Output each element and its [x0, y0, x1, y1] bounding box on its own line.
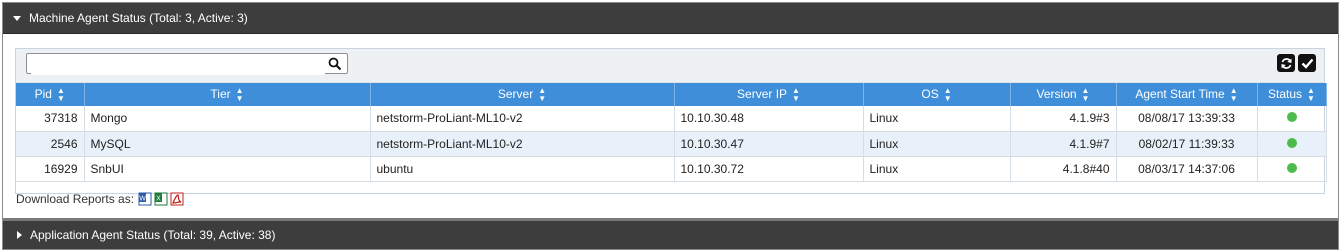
cell-server-ip: 10.10.30.48: [674, 106, 864, 132]
cell-pid: 2546: [16, 131, 85, 157]
cell-server: netstorm-ProLiant-ML10-v2: [370, 106, 675, 132]
excel-icon[interactable]: X: [154, 192, 168, 206]
cell-start-time: 08/08/17 13:39:33: [1116, 106, 1258, 132]
cell-server-ip: 10.10.30.47: [674, 131, 864, 157]
word-icon[interactable]: W: [138, 192, 152, 206]
machine-agent-panel-title: Machine Agent Status (Total: 3, Active: …: [29, 11, 248, 25]
cell-server-ip: 10.10.30.72: [674, 156, 864, 182]
select-columns-button[interactable]: [1298, 54, 1316, 72]
cell-tier: MySQL: [84, 131, 371, 157]
sort-icon: ▲ ▼: [792, 85, 800, 103]
cell-tier: SnbUI: [84, 156, 371, 182]
sort-icon: ▲ ▼: [1307, 85, 1315, 103]
cell-server: netstorm-ProLiant-ML10-v2: [370, 131, 675, 157]
agent-table: Pid ▲ ▼ Tier ▲ ▼ Server ▲ ▼ Server IP ▲ ▼ OS ▲ ▼ V…: [16, 83, 1327, 182]
sort-icon: ▲ ▼: [56, 85, 65, 103]
cell-status: [1257, 156, 1327, 182]
table-row[interactable]: 2546 MySQL netstorm-ProLiant-ML10-v2 10.…: [16, 131, 1327, 157]
column-header-server[interactable]: Server ▲ ▼: [370, 83, 675, 106]
cell-version: 4.1.9#7: [1010, 131, 1117, 157]
cell-server: ubuntu: [370, 156, 675, 182]
column-label: Server IP: [737, 86, 788, 101]
download-reports-label: Download Reports as:: [16, 192, 135, 206]
column-label: Status: [1268, 86, 1303, 101]
agent-status-container: Machine Agent Status (Total: 3, Active: …: [2, 2, 1339, 250]
refresh-button[interactable]: [1277, 54, 1295, 72]
application-agent-panel-header[interactable]: Application Agent Status (Total: 39, Act…: [3, 218, 1338, 249]
column-label: OS: [921, 86, 939, 101]
sort-icon: ▲ ▼: [1081, 85, 1090, 103]
check-icon: [1301, 58, 1313, 69]
sort-icon: ▲ ▼: [943, 85, 952, 103]
cell-os: Linux: [863, 106, 1011, 132]
machine-agent-panel-header[interactable]: Machine Agent Status (Total: 3, Active: …: [3, 3, 1338, 34]
search-icon[interactable]: [328, 57, 342, 71]
table-header-row: Pid ▲ ▼ Tier ▲ ▼ Server ▲ ▼ Server IP ▲ ▼ OS ▲ ▼ V…: [16, 83, 1327, 106]
svg-text:W: W: [139, 196, 146, 203]
grid-toolbar: [16, 49, 1324, 83]
column-label: Tier: [210, 86, 231, 101]
column-label: Pid: [34, 86, 52, 101]
table-row[interactable]: 16929 SnbUI ubuntu 10.10.30.72 Linux 4.1…: [16, 156, 1327, 182]
column-header-server-ip[interactable]: Server IP ▲ ▼: [674, 83, 864, 106]
cell-status: [1257, 106, 1327, 132]
column-header-tier[interactable]: Tier ▲ ▼: [84, 83, 371, 106]
svg-text:X: X: [156, 196, 161, 203]
cell-os: Linux: [863, 131, 1011, 157]
refresh-icon: [1281, 57, 1291, 69]
column-header-os[interactable]: OS ▲ ▼: [863, 83, 1011, 106]
column-label: Server: [497, 86, 534, 101]
download-reports: Download Reports as: W X: [16, 192, 184, 206]
search-input[interactable]: [31, 55, 325, 75]
cell-os: Linux: [863, 156, 1011, 182]
cell-version: 4.1.8#40: [1010, 156, 1117, 182]
column-label: Version: [1036, 86, 1077, 101]
cell-start-time: 08/03/17 14:37:06: [1116, 156, 1258, 182]
column-header-version[interactable]: Version ▲ ▼: [1010, 83, 1117, 106]
status-active-icon: [1286, 137, 1297, 148]
expand-caret-icon: [17, 231, 22, 239]
sort-icon: ▲ ▼: [1229, 85, 1238, 103]
column-label: Agent Start Time: [1135, 86, 1225, 101]
cell-pid: 37318: [16, 106, 85, 132]
column-header-agent-start-time[interactable]: Agent Start Time ▲ ▼: [1116, 83, 1258, 106]
cell-status: [1257, 131, 1327, 157]
machine-agent-panel-body: Pid ▲ ▼ Tier ▲ ▼ Server ▲ ▼ Server IP ▲ ▼ OS ▲ ▼ V…: [3, 34, 1338, 217]
cell-tier: Mongo: [84, 106, 371, 132]
pdf-icon[interactable]: [170, 192, 184, 206]
column-header-status[interactable]: Status ▲ ▼: [1257, 83, 1327, 106]
column-header-pid[interactable]: Pid ▲ ▼: [16, 83, 85, 106]
status-active-icon: [1286, 112, 1297, 123]
search-field[interactable]: [26, 53, 348, 75]
application-agent-panel-title: Application Agent Status (Total: 39, Act…: [30, 228, 276, 242]
sort-icon: ▲ ▼: [538, 85, 547, 103]
machine-agent-grid: Pid ▲ ▼ Tier ▲ ▼ Server ▲ ▼ Server IP ▲ ▼ OS ▲ ▼ V…: [15, 48, 1327, 194]
collapse-caret-icon: [13, 15, 21, 21]
cell-version: 4.1.9#3: [1010, 106, 1117, 132]
cell-pid: 16929: [16, 156, 85, 182]
status-active-icon: [1286, 162, 1297, 173]
table-row[interactable]: 37318 Mongo netstorm-ProLiant-ML10-v2 10…: [16, 106, 1327, 132]
sort-icon: ▲ ▼: [235, 85, 244, 103]
cell-start-time: 08/02/17 11:39:33: [1116, 131, 1258, 157]
